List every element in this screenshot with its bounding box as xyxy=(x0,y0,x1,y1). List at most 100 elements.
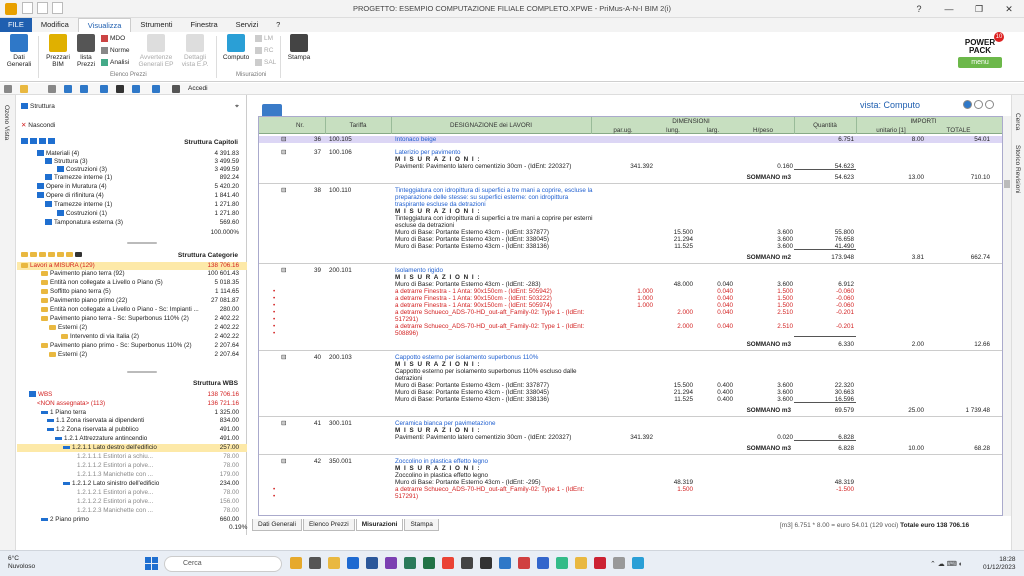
tree-row[interactable]: 1.2 Zona riservata al pubblico 491.00 xyxy=(17,426,247,434)
app-icon[interactable] xyxy=(404,557,416,569)
tab-visualizza[interactable]: Visualizza xyxy=(77,18,132,32)
storico-revisioni-tab[interactable]: Storico Revisioni xyxy=(1014,145,1021,193)
app-icon[interactable] xyxy=(632,557,644,569)
avvertenze-button[interactable]: Avvertenze Generali EP xyxy=(136,34,176,68)
folder-icon[interactable] xyxy=(57,251,64,257)
windows-start-icon[interactable] xyxy=(145,557,158,570)
folder-icon[interactable] xyxy=(21,251,28,257)
tree-row[interactable]: Intervento di via Italia (2) 2 402.22 xyxy=(17,333,247,341)
tree-row[interactable]: Entità non collegate a Livello o Piano (… xyxy=(17,279,247,287)
app-icon[interactable] xyxy=(442,557,454,569)
hand-icon[interactable] xyxy=(172,85,180,93)
tree-row[interactable]: Soffitto piano terra (5) 1 114.65 xyxy=(17,288,247,296)
tab-dati-generali[interactable]: Dati Generali xyxy=(252,519,302,531)
filter-icon[interactable] xyxy=(75,251,82,257)
excel-icon[interactable] xyxy=(423,557,435,569)
tree-row[interactable]: Opere in Muratura (4) 5 420.20 xyxy=(17,183,247,191)
tab-help[interactable]: ? xyxy=(267,18,289,32)
tab-elenco-prezzi[interactable]: Elenco Prezzi xyxy=(302,519,355,531)
panel-splitter[interactable] xyxy=(17,369,247,375)
app-icon[interactable] xyxy=(461,557,473,569)
word-icon[interactable] xyxy=(366,557,378,569)
app-icon[interactable] xyxy=(594,557,606,569)
grid-scrollbar-thumb[interactable] xyxy=(1004,180,1010,188)
folder-app-icon[interactable] xyxy=(328,557,340,569)
tree-row[interactable]: 1.2.1 Attrezzature antincendio 491.00 xyxy=(17,435,247,443)
clipboard-icon[interactable] xyxy=(152,85,160,93)
dropbox-icon[interactable] xyxy=(499,557,511,569)
folder-icon[interactable] xyxy=(66,251,73,257)
app-icon[interactable] xyxy=(575,557,587,569)
rc-button[interactable]: RC xyxy=(255,47,273,54)
app-icon[interactable] xyxy=(290,557,302,569)
tree-row[interactable]: WBS 138 706.16 xyxy=(17,391,247,399)
chapter-level-icon[interactable] xyxy=(21,138,28,145)
save-icon[interactable] xyxy=(48,85,56,93)
panel-splitter[interactable] xyxy=(17,240,247,246)
norme-button[interactable]: Norme xyxy=(101,47,130,54)
duplicate-icon[interactable] xyxy=(132,85,140,93)
copy-icon[interactable] xyxy=(80,85,88,93)
tree-row[interactable]: Materiali (4) 4 391.83 xyxy=(17,150,247,158)
grid-scrollbar[interactable] xyxy=(1003,116,1011,516)
prezzari-bim-button[interactable]: Prezzari BIM xyxy=(44,34,72,68)
mdo-button[interactable]: MDO xyxy=(101,35,125,42)
app-icon[interactable] xyxy=(518,557,530,569)
tree-row[interactable]: <NON assegnata> (113) 136 721.16 xyxy=(17,400,247,408)
tree-row[interactable]: 1.2.1.1.2 Estintori a polve... 78.00 xyxy=(17,462,247,470)
tree-row[interactable]: 1 Piano terra 1 325.00 xyxy=(17,409,247,417)
app-icon[interactable] xyxy=(309,557,321,569)
view-option-icon[interactable] xyxy=(974,100,983,109)
system-tray[interactable]: ⌃ ☁ ⌨ ◐ xyxy=(930,560,963,568)
tab-strumenti[interactable]: Strumenti xyxy=(131,18,181,32)
tree-row[interactable]: Esterni (2) 2 402.22 xyxy=(17,324,247,332)
app-icon[interactable] xyxy=(480,557,492,569)
tree-row[interactable]: Tramezze interne (1) 1 271.80 xyxy=(17,201,247,209)
weather-widget[interactable]: 6°C Nuvoloso xyxy=(8,555,35,571)
tree-row[interactable]: Costruzioni (3) 3 499.59 xyxy=(17,166,247,174)
tree-row[interactable]: Pavimento piano terra (92) 100 601.43 xyxy=(17,270,247,278)
tab-servizi[interactable]: Servizi xyxy=(227,18,268,32)
folder-icon[interactable] xyxy=(48,251,55,257)
close-button[interactable]: ✕ xyxy=(994,0,1024,18)
chapter-level-icon[interactable] xyxy=(30,138,37,145)
analisi-button[interactable]: Analisi xyxy=(101,59,129,66)
folder-icon[interactable] xyxy=(30,251,37,257)
cut-icon[interactable] xyxy=(64,85,72,93)
tree-row[interactable]: Entità non collegate a Livello o Piano -… xyxy=(17,306,247,314)
tree-row[interactable]: Opere di rifinitura (4) 1 841.40 xyxy=(17,192,247,200)
tree-row[interactable]: 1.2.1.2.1 Estintori a polve... 78.00 xyxy=(17,489,247,497)
tree-row[interactable]: 1.2.1.1 Lato destro dell'edificio 257.00 xyxy=(17,444,247,452)
chrome-icon[interactable] xyxy=(556,557,568,569)
tree-row[interactable]: 1.2.1.1.3 Manichette con ... 179.00 xyxy=(17,471,247,479)
computo-button[interactable]: Computo xyxy=(221,34,251,61)
nascondi-button[interactable]: ✕ Nascondi xyxy=(21,121,55,129)
tree-row[interactable]: Costruzioni (1) 1 271.80 xyxy=(17,210,247,218)
minimize-button[interactable]: — xyxy=(934,0,964,18)
help-button[interactable]: ? xyxy=(904,0,934,18)
tree-row[interactable]: 2 Piano primo 660.00 xyxy=(17,516,247,524)
tab-misurazioni[interactable]: Misurazioni xyxy=(355,519,404,531)
stampa-button[interactable]: Stampa xyxy=(285,34,313,61)
dettagli-button[interactable]: Dettagli vista E.P. xyxy=(178,34,212,68)
powerpack-menu-button[interactable]: POWER PACK menu 10 xyxy=(958,32,1004,69)
app-icon[interactable] xyxy=(537,557,549,569)
lm-button[interactable]: LM xyxy=(255,35,273,42)
tree-row[interactable]: 1.1 Zona riservata ai dipendenti 834.00 xyxy=(17,417,247,425)
scissors-icon[interactable] xyxy=(116,85,124,93)
tree-row[interactable]: Struttura (3) 3 499.59 xyxy=(17,158,247,166)
taskbar-search[interactable]: Cerca xyxy=(164,556,282,572)
tree-row[interactable]: Pavimento piano primo - Sc: Superbonus 1… xyxy=(17,342,247,350)
cerca-tab[interactable]: Cerca xyxy=(1014,113,1021,130)
pin-icon[interactable]: ⌖ xyxy=(235,103,239,111)
clock[interactable]: 18:28 01/12/2023 xyxy=(983,556,1016,572)
outlook-icon[interactable] xyxy=(347,557,359,569)
sal-button[interactable]: SAL xyxy=(255,59,276,66)
app-icon[interactable] xyxy=(613,557,625,569)
lista-prezzi-button[interactable]: lista Prezzi xyxy=(74,34,98,68)
tree-row[interactable]: Lavori a MISURA (129) 138 706.16 xyxy=(17,262,247,270)
tab-modifica[interactable]: Modifica xyxy=(32,18,78,32)
tree-row[interactable]: 1.2.1.2.2 Estintori a polve... 156.00 xyxy=(17,498,247,506)
folder-icon[interactable] xyxy=(39,251,46,257)
maximize-button[interactable]: ❐ xyxy=(964,0,994,18)
